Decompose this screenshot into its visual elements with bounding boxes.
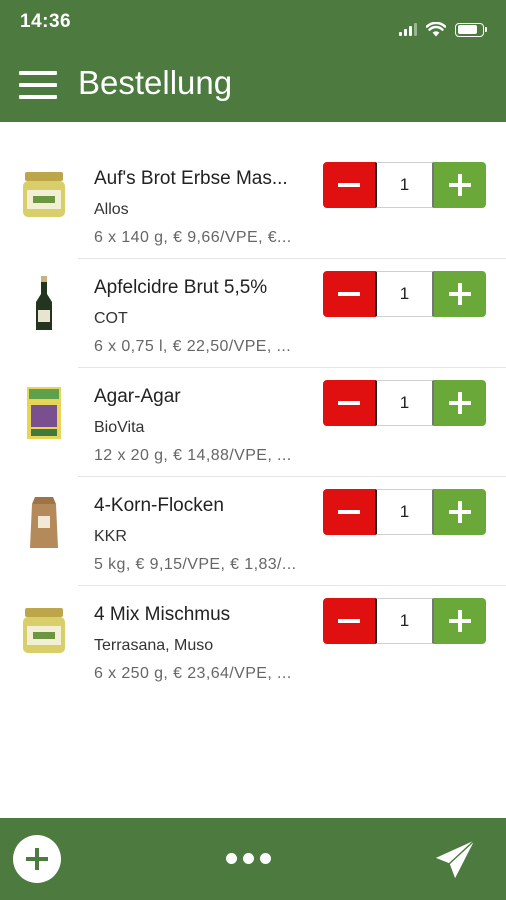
minus-icon — [338, 292, 360, 296]
paper-plane-icon — [433, 838, 477, 881]
plus-icon — [449, 501, 471, 523]
status-bar: 14:36 — [0, 0, 506, 48]
product-brand: Terrasana, Muso — [94, 637, 214, 654]
product-name: 4 Mix Mischmus — [94, 604, 231, 625]
product-name: Apfelcidre Brut 5,5% — [94, 277, 268, 298]
plus-icon — [449, 392, 471, 414]
product-name: Auf's Brot Erbse Mas... — [94, 168, 288, 189]
quantity-input[interactable] — [375, 380, 434, 426]
minus-icon — [338, 619, 360, 623]
battery-level — [457, 25, 477, 34]
send-order-button[interactable] — [432, 837, 478, 883]
increase-quantity-button[interactable] — [434, 271, 486, 317]
bottle-icon — [36, 276, 52, 330]
increase-quantity-button[interactable] — [434, 380, 486, 426]
product-thumbnail — [20, 596, 68, 666]
increase-quantity-button[interactable] — [434, 489, 486, 535]
plus-icon — [449, 174, 471, 196]
glass-jar-icon — [23, 608, 65, 653]
decrease-quantity-button[interactable] — [323, 162, 375, 208]
battery-icon — [455, 22, 487, 37]
plus-icon — [449, 283, 471, 305]
order-item[interactable]: 4 Mix Mischmus Terrasana, Muso 6 x 250 g… — [23, 586, 506, 695]
quantity-stepper[interactable] — [323, 271, 486, 317]
bottom-toolbar — [0, 818, 506, 900]
paper-bag-icon — [30, 497, 58, 548]
product-details: 6 x 140 g, € 9,66/VPE, €... — [94, 229, 292, 246]
dot — [260, 853, 271, 864]
quantity-input[interactable] — [375, 598, 434, 644]
quantity-input[interactable] — [375, 162, 434, 208]
plus-circle-icon — [26, 848, 48, 870]
dot — [226, 853, 237, 864]
box-package-icon — [27, 387, 61, 439]
dot — [243, 853, 254, 864]
quantity-stepper[interactable] — [323, 489, 486, 535]
page-title: Bestellung — [78, 64, 233, 101]
decrease-quantity-button[interactable] — [323, 271, 375, 317]
quantity-input[interactable] — [375, 271, 434, 317]
decrease-quantity-button[interactable] — [323, 489, 375, 535]
quantity-input[interactable] — [375, 489, 434, 535]
cellular-signal-icon — [399, 23, 417, 36]
decrease-quantity-button[interactable] — [323, 598, 375, 644]
product-brand: BioVita — [94, 419, 145, 436]
decrease-quantity-button[interactable] — [323, 380, 375, 426]
status-time: 14:36 — [20, 11, 72, 32]
product-details: 5 kg, € 9,15/VPE, € 1,83/... — [94, 556, 297, 573]
product-thumbnail — [20, 378, 68, 448]
product-brand: Allos — [94, 201, 129, 218]
plus-icon — [449, 610, 471, 632]
product-details: 6 x 250 g, € 23,64/VPE, ... — [94, 665, 292, 682]
more-options-button[interactable] — [226, 853, 271, 864]
order-item[interactable]: Apfelcidre Brut 5,5% COT 6 x 0,75 l, € 2… — [36, 259, 506, 368]
status-icons — [399, 22, 487, 37]
order-item[interactable]: Agar-Agar BioVita 12 x 20 g, € 14,88/VPE… — [27, 368, 506, 477]
product-thumbnail — [20, 487, 68, 557]
order-list: Auf's Brot Erbse Mas... Allos 6 x 140 g,… — [0, 150, 506, 695]
minus-icon — [338, 183, 360, 187]
quantity-stepper[interactable] — [323, 380, 486, 426]
add-item-button[interactable] — [13, 835, 61, 883]
hamburger-menu-icon[interactable] — [19, 71, 57, 99]
minus-icon — [338, 510, 360, 514]
product-name: 4-Korn-Flocken — [94, 495, 224, 516]
product-brand: COT — [94, 310, 128, 327]
product-brand: KKR — [94, 528, 127, 545]
increase-quantity-button[interactable] — [434, 162, 486, 208]
increase-quantity-button[interactable] — [434, 598, 486, 644]
quantity-stepper[interactable] — [323, 162, 486, 208]
minus-icon — [338, 401, 360, 405]
product-thumbnail — [20, 160, 68, 230]
glass-jar-icon — [23, 172, 65, 217]
product-thumbnail — [20, 269, 68, 339]
quantity-stepper[interactable] — [323, 598, 486, 644]
order-item[interactable]: Auf's Brot Erbse Mas... Allos 6 x 140 g,… — [23, 150, 506, 259]
product-name: Agar-Agar — [94, 386, 181, 407]
app-header: 14:36 Bestellung — [0, 0, 506, 122]
wifi-icon — [426, 22, 446, 37]
order-item[interactable]: 4-Korn-Flocken KKR 5 kg, € 9,15/VPE, € 1… — [30, 477, 506, 586]
product-details: 6 x 0,75 l, € 22,50/VPE, ... — [94, 338, 292, 355]
product-details: 12 x 20 g, € 14,88/VPE, ... — [94, 447, 292, 464]
